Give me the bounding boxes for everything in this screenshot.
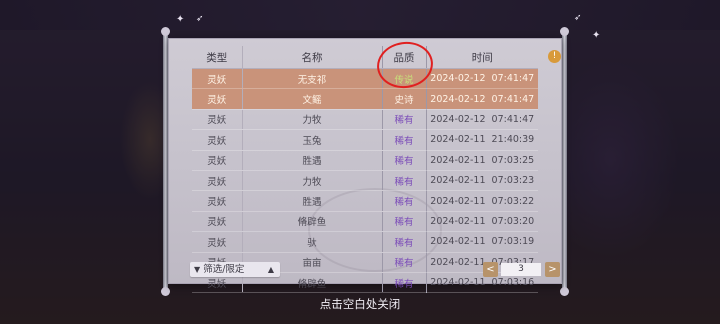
cell-type: 灵妖 xyxy=(207,95,227,107)
rod-cap xyxy=(161,27,170,36)
cell-name: 力牧 xyxy=(302,176,322,188)
cell-time: 2024-02-11 07:03:20 xyxy=(426,211,538,233)
cell-clock: 21:40:39 xyxy=(491,134,535,146)
cell-date: 2024-02-12 xyxy=(430,93,486,105)
cell-clock: 07:03:19 xyxy=(491,236,535,248)
table-row: 灵妖 力牧 稀有 2024-02-12 07:41:47 xyxy=(192,109,538,131)
cell-name: 无支祁 xyxy=(297,74,327,86)
cell-quality: 稀有 xyxy=(394,197,414,209)
cell-name: 脩辟鱼 xyxy=(297,278,327,290)
table-row: 灵妖 胜遇 稀有 2024-02-11 07:03:25 xyxy=(192,150,538,171)
cell-quality: 稀有 xyxy=(394,237,414,249)
chevron-up-icon: ▲ xyxy=(267,265,274,274)
table-row: 灵妖 文鳐 史诗 2024-02-12 07:41:47 xyxy=(192,88,538,110)
cell-type: 灵妖 xyxy=(207,176,227,188)
header-name: 名称 xyxy=(241,46,382,69)
bird-icon: ➶ xyxy=(574,13,582,23)
cell-clock: 07:03:16 xyxy=(491,277,535,289)
cell-clock: 07:41:47 xyxy=(491,113,535,125)
cell-clock: 07:03:23 xyxy=(491,175,535,187)
rod-cap xyxy=(161,287,170,296)
cell-time: 2024-02-12 07:41:47 xyxy=(426,109,538,131)
sparkle-icon: ✦ xyxy=(176,14,185,25)
cell-date: 2024-02-11 xyxy=(430,134,486,146)
table-row: 灵妖 玉兔 稀有 2024-02-11 21:40:39 xyxy=(192,129,538,151)
cell-date: 2024-02-11 xyxy=(430,154,486,166)
cell-name: 力牧 xyxy=(302,115,322,127)
cell-date: 2024-02-12 xyxy=(430,73,486,85)
cell-time: 2024-02-12 07:41:47 xyxy=(426,88,538,110)
cell-quality: 稀有 xyxy=(394,217,414,229)
cell-quality: 史诗 xyxy=(394,95,414,107)
cell-name: 亩亩 xyxy=(302,258,322,270)
cell-name: 胜遇 xyxy=(302,156,322,168)
table-row: 灵妖 驮 稀有 2024-02-11 07:03:19 xyxy=(192,231,538,253)
cell-type: 灵妖 xyxy=(207,115,227,127)
filter-button[interactable]: ▼ 筛选/限定 ▲ xyxy=(190,262,280,277)
sparkle-icon: ✦ xyxy=(592,30,601,41)
table-row: 灵妖 无支祁 传说 2024-02-12 07:41:47 xyxy=(192,68,538,90)
page-number: 3 xyxy=(501,263,541,276)
cell-quality: 稀有 xyxy=(394,135,414,147)
funnel-icon: ▼ xyxy=(194,265,201,274)
cell-type: 灵妖 xyxy=(207,217,227,229)
cell-date: 2024-02-12 xyxy=(430,113,486,125)
cell-time: 2024-02-11 21:40:39 xyxy=(426,129,538,151)
cell-name: 玉兔 xyxy=(302,135,322,147)
cell-name: 脩辟鱼 xyxy=(297,217,327,229)
filter-label: 筛选/限定 xyxy=(203,264,245,275)
cell-date: 2024-02-11 xyxy=(430,175,486,187)
header-time: 时间 xyxy=(426,46,538,69)
cell-date: 2024-02-11 xyxy=(430,256,486,268)
cell-quality: 稀有 xyxy=(394,156,414,168)
cell-clock: 07:03:25 xyxy=(491,154,535,166)
cell-clock: 07:41:47 xyxy=(491,93,535,105)
cell-date: 2024-02-11 xyxy=(430,195,486,207)
cell-clock: 07:41:47 xyxy=(491,73,535,85)
cell-time: 2024-02-11 07:03:23 xyxy=(426,170,538,192)
cell-type: 灵妖 xyxy=(207,197,227,209)
cell-date: 2024-02-11 xyxy=(430,277,486,289)
close-hint: 点击空白处关闭 xyxy=(319,297,401,311)
cell-type: 灵妖 xyxy=(207,237,227,249)
cell-name: 胜遇 xyxy=(302,197,322,209)
cell-date: 2024-02-11 xyxy=(430,215,486,227)
cell-name: 文鳐 xyxy=(302,95,322,107)
cell-quality: 稀有 xyxy=(394,258,414,270)
cell-quality: 稀有 xyxy=(394,176,414,188)
table-row: 灵妖 脩辟鱼 稀有 2024-02-11 07:03:20 xyxy=(192,211,538,233)
table-row: 灵妖 力牧 稀有 2024-02-11 07:03:23 xyxy=(192,170,538,192)
cell-type: 灵妖 xyxy=(207,156,227,168)
prev-page-button[interactable]: < xyxy=(483,262,498,277)
bird-icon: ➶ xyxy=(196,14,204,24)
cell-time: 2024-02-11 07:03:25 xyxy=(426,150,538,171)
cell-clock: 07:03:20 xyxy=(491,215,535,227)
cell-quality: 稀有 xyxy=(394,278,414,290)
cell-type: 灵妖 xyxy=(207,74,227,86)
table-row: 灵妖 胜遇 稀有 2024-02-11 07:03:22 xyxy=(192,190,538,212)
cell-name: 驮 xyxy=(307,237,317,249)
records-panel: 类型 名称 品质 时间 灵妖 无支祁 传说 2024-02-12 07:41:47 灵妖… xyxy=(168,38,562,294)
cell-time: 2024-02-12 07:41:47 xyxy=(426,68,538,90)
cell-type: 灵妖 xyxy=(207,278,227,290)
cell-clock: 07:03:22 xyxy=(491,195,535,207)
records-table: 类型 名称 品质 时间 灵妖 无支祁 传说 2024-02-12 07:41:47 灵妖… xyxy=(192,46,538,294)
cell-type: 灵妖 xyxy=(207,135,227,147)
header-type: 类型 xyxy=(192,46,242,69)
next-page-button[interactable]: > xyxy=(545,262,560,277)
rod-cap xyxy=(560,27,569,36)
help-icon[interactable]: ! xyxy=(548,50,561,63)
cell-quality: 稀有 xyxy=(394,115,414,127)
cell-time: 2024-02-11 07:03:19 xyxy=(426,231,538,253)
cell-date: 2024-02-11 xyxy=(430,236,486,248)
cell-time: 2024-02-11 07:03:22 xyxy=(426,190,538,212)
scroll-rod-right xyxy=(562,30,567,292)
rod-cap xyxy=(560,287,569,296)
